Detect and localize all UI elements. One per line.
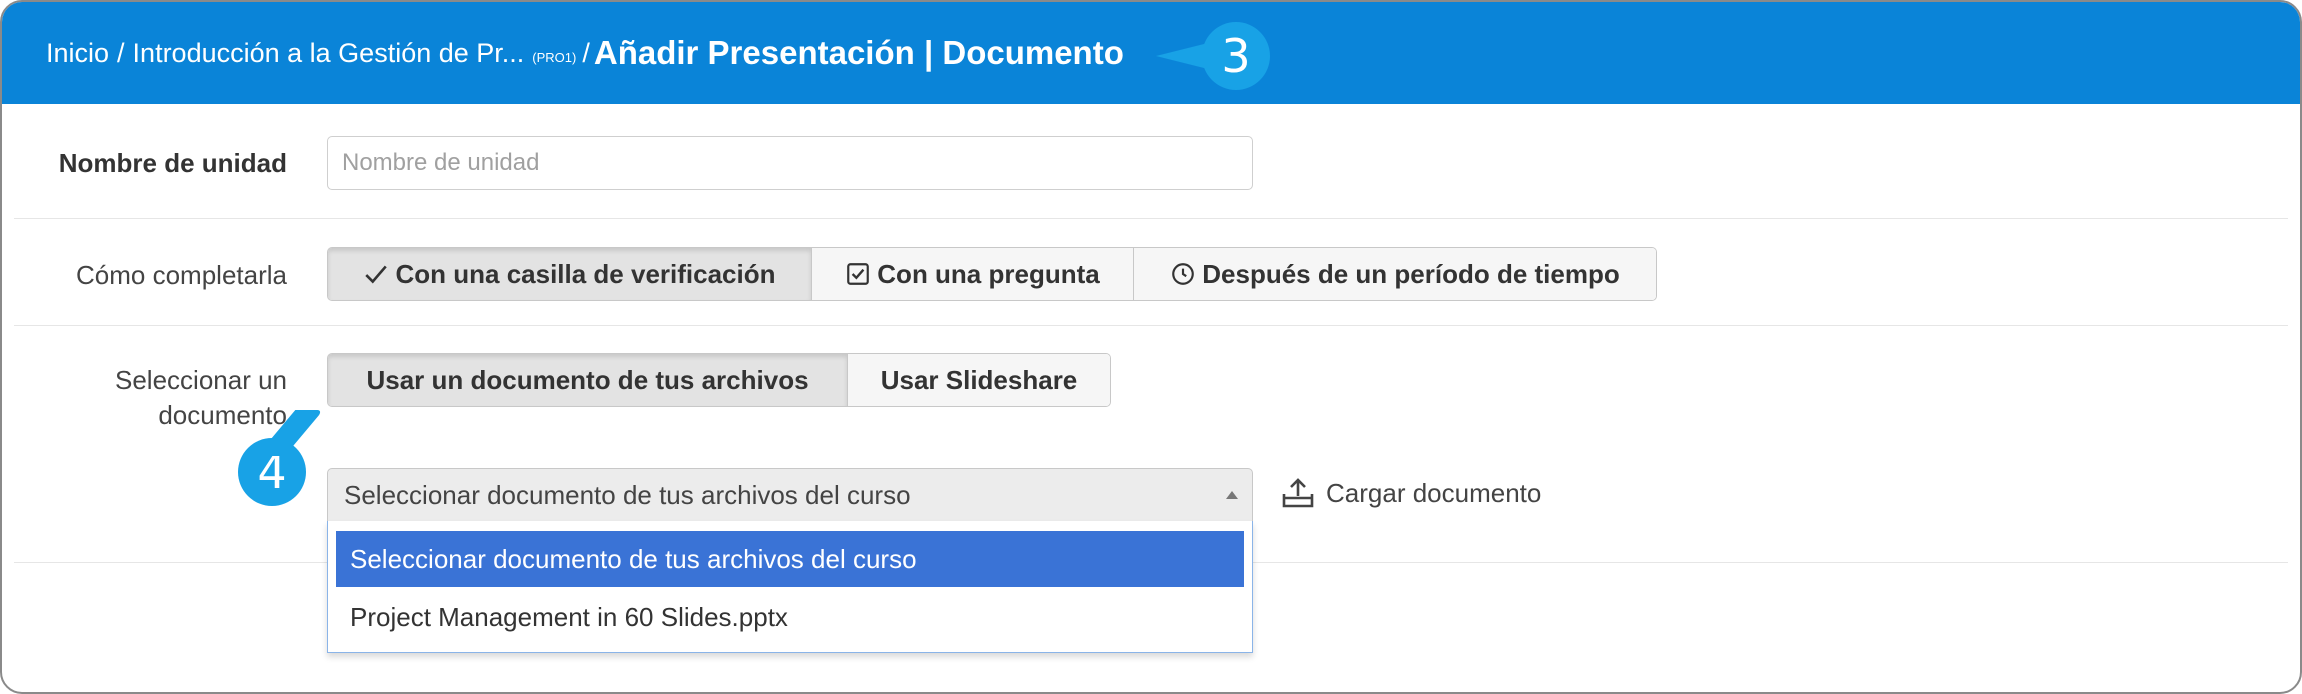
caret-up-icon [1226, 491, 1238, 499]
upload-document-label: Cargar documento [1326, 477, 1542, 508]
unit-name-label: Nombre de unidad [58, 148, 287, 178]
upload-document-button[interactable]: Cargar documento [1280, 468, 1541, 518]
breadcrumb-course-code: (PRO1) [532, 49, 577, 65]
completion-option-question[interactable]: Con una pregunta [812, 248, 1134, 300]
completion-options: Con una casilla de verificación Con una … [327, 247, 1657, 301]
clock-icon [1172, 263, 1195, 285]
document-select[interactable]: Seleccionar documento de tus archivos de… [327, 468, 1253, 522]
breadcrumb-separator: / [117, 37, 125, 68]
completion-option-label: Con una pregunta [877, 258, 1100, 289]
document-source-options: Usar un documento de tus archivos Usar S… [327, 353, 1111, 407]
breadcrumb-course[interactable]: Introducción a la Gestión de Pr... [133, 38, 525, 69]
completion-option-checkbox[interactable]: Con una casilla de verificación [328, 248, 812, 300]
completion-option-label: Con una casilla de verificación [395, 258, 776, 289]
source-option-slideshare[interactable]: Usar Slideshare [848, 354, 1110, 406]
breadcrumb-separator: / [582, 37, 590, 68]
check-icon [365, 265, 388, 284]
completion-option-label: Después de un período de tiempo [1202, 258, 1620, 289]
source-option-files[interactable]: Usar un documento de tus archivos [328, 354, 848, 406]
dropdown-option[interactable]: Seleccionar documento de tus archivos de… [336, 531, 1244, 587]
breadcrumb-home[interactable]: Inicio [46, 38, 109, 69]
upload-icon [1282, 478, 1314, 508]
app-window: Inicio / Introducción a la Gestión de Pr… [0, 0, 2302, 694]
checkbox-icon [847, 263, 870, 285]
row-divider [14, 218, 2288, 219]
breadcrumb: Inicio / Introducción a la Gestión de Pr… [46, 2, 1124, 104]
step-callout-4: 4 [238, 438, 306, 506]
completion-label: Cómo completarla [76, 260, 287, 290]
completion-option-time[interactable]: Después de un período de tiempo [1134, 248, 1656, 300]
unit-name-input[interactable] [327, 136, 1253, 190]
document-dropdown-list: Seleccionar documento de tus archivos de… [327, 521, 1253, 653]
step-callout-3: 3 [1156, 22, 1270, 90]
page-header: Inicio / Introducción a la Gestión de Pr… [2, 2, 2300, 104]
document-label-line1: Seleccionar un [115, 365, 287, 395]
row-divider [14, 325, 2288, 326]
dropdown-option[interactable]: Project Management in 60 Slides.pptx [336, 589, 1244, 645]
document-select-value: Seleccionar documento de tus archivos de… [344, 479, 911, 510]
page-title: Añadir Presentación | Documento [593, 34, 1124, 71]
document-label-line2: documento [158, 400, 287, 430]
